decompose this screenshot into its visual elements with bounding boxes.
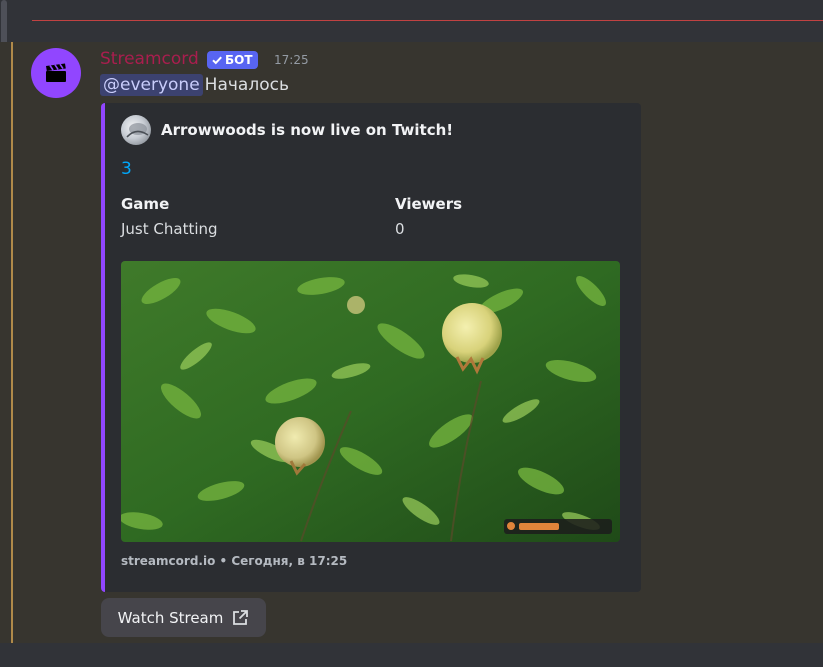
stream-thumbnail[interactable] (121, 261, 620, 542)
field-viewers: Viewers 0 (395, 195, 462, 238)
bot-badge-label: БОТ (225, 53, 253, 67)
field-game: Game Just Chatting (121, 195, 218, 238)
bot-badge: БОТ (207, 51, 258, 69)
field-viewers-value: 0 (395, 220, 405, 238)
avatar[interactable] (31, 48, 81, 98)
author-icon (121, 115, 151, 145)
embed-author[interactable]: Arrowwoods is now live on Twitch! (161, 121, 453, 139)
message-content: @everyone Началось (100, 74, 289, 96)
chat-message[interactable]: Streamcord БОТ 17:25 @everyone Началось A… (0, 42, 823, 643)
field-game-value: Just Chatting (121, 220, 218, 238)
previous-message-area (0, 0, 823, 42)
field-viewers-name: Viewers (395, 195, 463, 213)
external-link-icon (233, 609, 249, 625)
mention-highlight-bar (11, 42, 13, 643)
field-game-name: Game (121, 195, 170, 213)
everyone-mention[interactable]: @everyone (100, 74, 203, 96)
message-text: Началось (204, 75, 289, 95)
twitch-embed: Arrowwoods is now live on Twitch! 3 Game… (101, 103, 641, 592)
message-timestamp[interactable]: 17:25 (274, 53, 309, 67)
embed-title[interactable]: 3 (121, 159, 132, 179)
clapperboard-icon (46, 63, 66, 82)
next-message-area (0, 643, 823, 667)
embed-footer: streamcord.io • Сегодня, в 17:25 (121, 554, 348, 568)
watch-stream-button[interactable]: Watch Stream (101, 598, 266, 637)
checkmark-icon (212, 56, 222, 65)
new-messages-divider (32, 20, 823, 21)
username[interactable]: Streamcord (100, 49, 199, 69)
watch-stream-label: Watch Stream (117, 608, 224, 627)
